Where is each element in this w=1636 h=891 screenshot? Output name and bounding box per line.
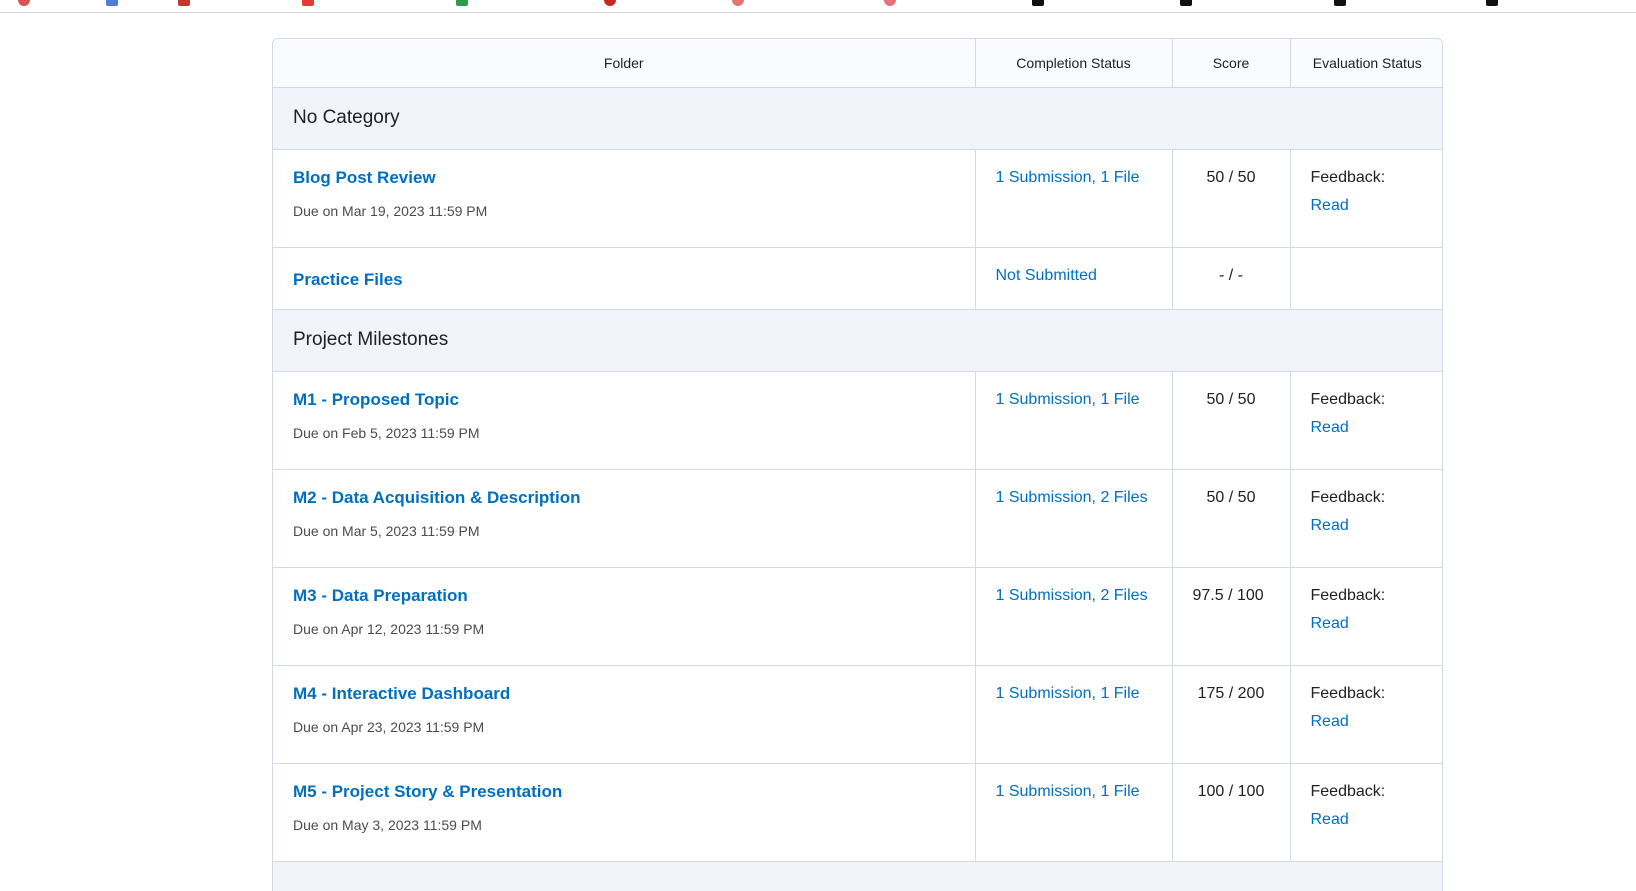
submission-link[interactable]: 1 Submission, 2 Files (996, 489, 1148, 506)
evaluation-cell: Feedback: Read (1289, 567, 1442, 666)
score-value: 97.5 / 100 (1171, 567, 1290, 666)
evaluation-cell: Feedback: Read (1289, 469, 1442, 568)
score-value: 50 / 50 (1171, 149, 1290, 248)
due-date: Due on May 3, 2023 11:59 PM (293, 816, 482, 833)
folder-link[interactable]: M1 - Proposed Topic (293, 390, 459, 409)
completion-cell: 1 Submission, 1 File (974, 763, 1172, 862)
folder-cell: M3 - Data Preparation Due on Apr 12, 202… (273, 567, 975, 666)
read-feedback-link[interactable]: Read (1311, 192, 1425, 220)
assignments-table: Folder Completion Status Score Evaluatio… (272, 38, 1443, 891)
category-title: Project Milestones (273, 309, 1442, 372)
header-completion-status: Completion Status (974, 39, 1172, 88)
evaluation-cell: Feedback: Read (1289, 149, 1442, 248)
folder-link[interactable]: Blog Post Review (293, 168, 436, 187)
read-feedback-link[interactable]: Read (1311, 806, 1425, 834)
read-feedback-link[interactable]: Read (1311, 708, 1425, 736)
submission-link[interactable]: 1 Submission, 1 File (996, 169, 1140, 186)
folder-link[interactable]: M3 - Data Preparation (293, 586, 468, 605)
bookmark-icon[interactable] (1180, 0, 1192, 6)
completion-cell: Not Submitted (974, 247, 1172, 310)
folder-link[interactable]: M5 - Project Story & Presentation (293, 782, 562, 801)
table-row: M4 - Interactive Dashboard Due on Apr 23… (273, 665, 1442, 764)
due-date: Due on Apr 12, 2023 11:59 PM (293, 620, 485, 637)
folder-cell: M4 - Interactive Dashboard Due on Apr 23… (273, 665, 975, 764)
folder-cell: M5 - Project Story & Presentation Due on… (273, 763, 975, 862)
bookmark-icon[interactable] (106, 0, 118, 6)
score-value: 50 / 50 (1171, 469, 1290, 568)
read-feedback-link[interactable]: Read (1311, 512, 1425, 540)
score-value: - / - (1171, 247, 1290, 310)
next-category-row (273, 861, 1442, 891)
read-feedback-link[interactable]: Read (1311, 414, 1425, 442)
feedback-label: Feedback: (1310, 586, 1386, 604)
header-folder: Folder (273, 39, 975, 88)
bookmark-icon[interactable] (732, 0, 744, 6)
completion-cell: 1 Submission, 1 File (974, 149, 1172, 248)
bookmark-icon[interactable] (456, 0, 468, 6)
assignments-grid: Folder Completion Status Score Evaluatio… (273, 39, 1442, 891)
bookmark-icon[interactable] (1486, 0, 1498, 6)
completion-cell: 1 Submission, 2 Files (974, 567, 1172, 666)
bookmark-icon[interactable] (1032, 0, 1044, 6)
evaluation-cell (1289, 247, 1442, 310)
due-date: Due on Apr 23, 2023 11:59 PM (293, 718, 485, 735)
evaluation-cell: Feedback: Read (1289, 371, 1442, 470)
due-date: Due on Feb 5, 2023 11:59 PM (293, 424, 480, 441)
bookmark-icon[interactable] (1334, 0, 1346, 6)
read-feedback-link[interactable]: Read (1311, 610, 1425, 638)
evaluation-cell: Feedback: Read (1289, 763, 1442, 862)
bookmark-icon[interactable] (604, 0, 616, 6)
due-date: Due on Mar 19, 2023 11:59 PM (293, 202, 488, 219)
feedback-label: Feedback: (1310, 488, 1386, 506)
not-submitted-link[interactable]: Not Submitted (996, 267, 1097, 284)
feedback-label: Feedback: (1310, 168, 1386, 186)
score-value: 175 / 200 (1171, 665, 1290, 764)
folder-link[interactable]: M4 - Interactive Dashboard (293, 684, 510, 703)
bookmark-icon[interactable] (18, 0, 30, 6)
due-date: Due on Mar 5, 2023 11:59 PM (293, 522, 480, 539)
bookmarks-bar (0, 0, 1636, 13)
feedback-label: Feedback: (1310, 684, 1386, 702)
folder-cell: M2 - Data Acquisition & Description Due … (273, 469, 975, 568)
folder-cell: Blog Post Review Due on Mar 19, 2023 11:… (273, 149, 975, 248)
bookmark-icon[interactable] (178, 0, 190, 6)
score-value: 50 / 50 (1171, 371, 1290, 470)
table-row: M3 - Data Preparation Due on Apr 12, 202… (273, 567, 1442, 666)
folder-link[interactable]: M2 - Data Acquisition & Description (293, 488, 580, 507)
table-row: Practice Files Not Submitted - / - (273, 247, 1442, 310)
category-title: No Category (273, 87, 1442, 150)
completion-cell: 1 Submission, 2 Files (974, 469, 1172, 568)
table-row: M2 - Data Acquisition & Description Due … (273, 469, 1442, 568)
completion-cell: 1 Submission, 1 File (974, 665, 1172, 764)
table-row: M1 - Proposed Topic Due on Feb 5, 2023 1… (273, 371, 1442, 470)
feedback-label: Feedback: (1310, 782, 1386, 800)
table-row: Blog Post Review Due on Mar 19, 2023 11:… (273, 149, 1442, 248)
submission-link[interactable]: 1 Submission, 2 Files (996, 587, 1148, 604)
submission-link[interactable]: 1 Submission, 1 File (996, 685, 1140, 702)
folder-link[interactable]: Practice Files (293, 270, 403, 289)
submission-link[interactable]: 1 Submission, 1 File (996, 783, 1140, 800)
submission-link[interactable]: 1 Submission, 1 File (996, 391, 1140, 408)
bookmark-icon[interactable] (884, 0, 896, 6)
header-score: Score (1171, 39, 1290, 88)
evaluation-cell: Feedback: Read (1289, 665, 1442, 764)
folder-cell: M1 - Proposed Topic Due on Feb 5, 2023 1… (273, 371, 975, 470)
header-evaluation-status: Evaluation Status (1289, 39, 1442, 88)
completion-cell: 1 Submission, 1 File (974, 371, 1172, 470)
bookmark-icon[interactable] (302, 0, 314, 6)
table-row: M5 - Project Story & Presentation Due on… (273, 763, 1442, 862)
category-row: Project Milestones (273, 309, 1442, 372)
next-category-strip (273, 861, 1442, 891)
header-row: Folder Completion Status Score Evaluatio… (273, 39, 1442, 88)
feedback-label: Feedback: (1310, 390, 1386, 408)
category-row: No Category (273, 87, 1442, 150)
folder-cell: Practice Files (273, 247, 975, 310)
score-value: 100 / 100 (1171, 763, 1290, 862)
